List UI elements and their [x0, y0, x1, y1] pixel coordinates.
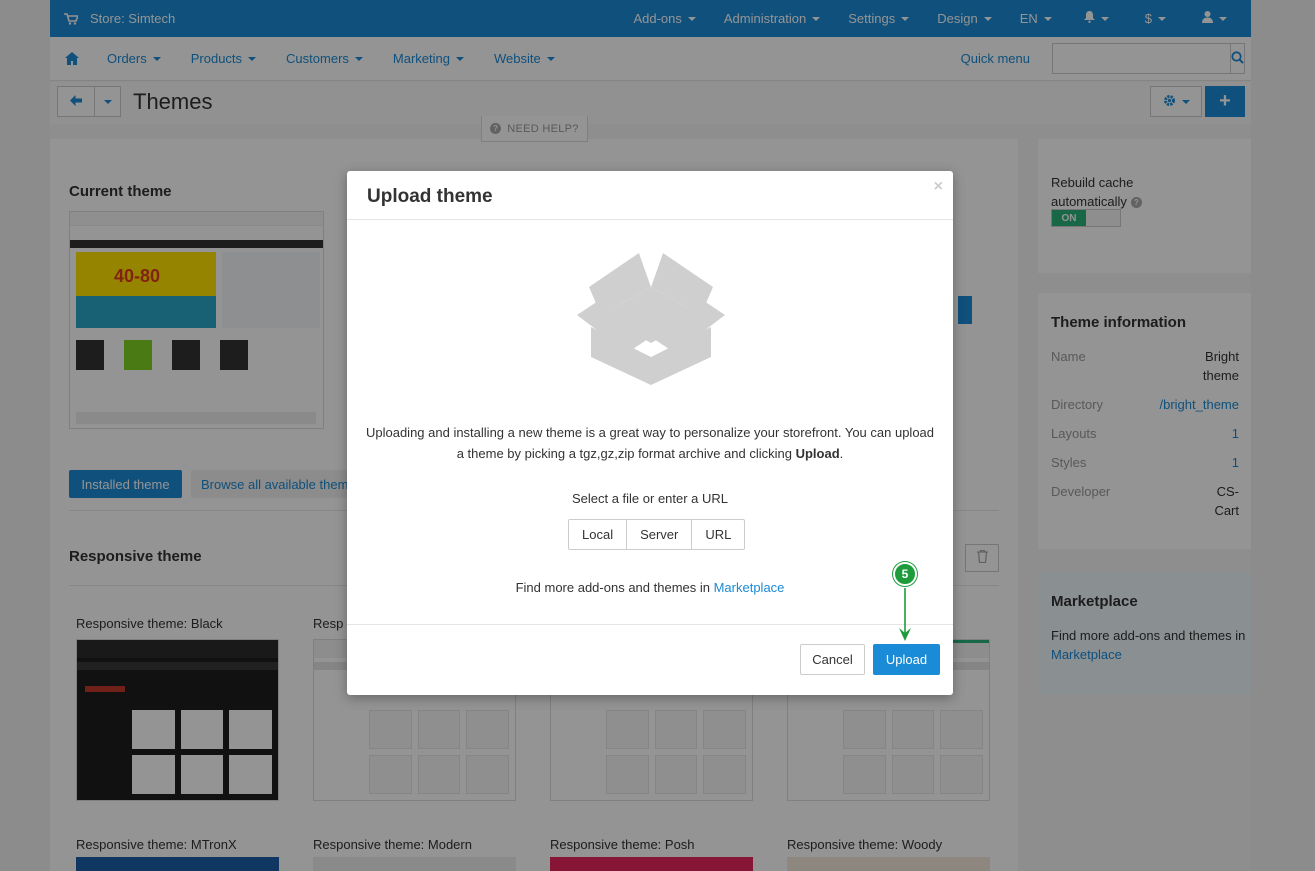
upload-theme-dialog: Upload theme × Uploading and installing …	[347, 171, 953, 695]
marketplace-hint-link[interactable]: Marketplace	[714, 580, 785, 595]
source-label: Select a file or enter a URL	[571, 491, 729, 506]
arrow-down-icon	[899, 588, 911, 641]
source-server-button[interactable]: Server	[627, 520, 693, 549]
dialog-description-bold: Upload	[795, 446, 840, 461]
box-icon	[575, 245, 727, 385]
close-icon[interactable]: ×	[934, 178, 943, 196]
marketplace-hint-text: Find more add-ons and themes in	[515, 580, 714, 595]
dialog-description-end: .	[839, 446, 844, 461]
marketplace-hint: Find more add-ons and themes in Marketpl…	[347, 580, 953, 595]
upload-button[interactable]: Upload	[873, 644, 940, 675]
source-url-button[interactable]: URL	[692, 520, 744, 549]
dialog-description: Uploading and installing a new theme is …	[365, 422, 935, 464]
cancel-button[interactable]: Cancel	[800, 644, 865, 675]
dialog-header: Upload theme ×	[347, 171, 953, 220]
source-button-group: Local Server URL	[568, 519, 746, 550]
source-local-button[interactable]: Local	[569, 520, 628, 549]
dialog-title: Upload theme	[367, 186, 493, 207]
dialog-description-text: Uploading and installing a new theme is …	[365, 425, 935, 461]
step-marker: 5	[893, 562, 917, 586]
